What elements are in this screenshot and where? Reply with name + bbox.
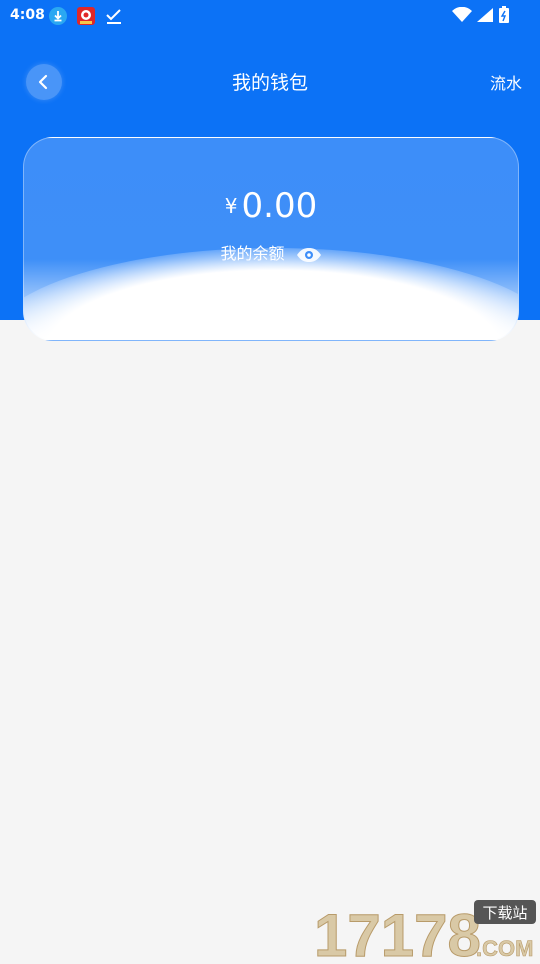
check-icon: [106, 9, 121, 24]
eye-icon[interactable]: [296, 247, 322, 263]
download-icon: [49, 7, 67, 25]
battery-icon: [499, 6, 509, 23]
balance-label: 我的余额: [220, 244, 285, 263]
signal-icon: [477, 8, 493, 22]
transactions-link[interactable]: 流水: [490, 70, 522, 94]
svg-text:下载站: 下载站: [482, 904, 527, 922]
amount-value: 0.00: [241, 186, 318, 226]
watermark-logo: 17178 下载站 .COM: [314, 898, 540, 964]
balance-amount: ¥0.00: [24, 186, 518, 226]
svg-text:.COM: .COM: [476, 936, 533, 960]
status-bar: 4:08: [0, 0, 540, 32]
wifi-icon: [452, 7, 472, 22]
svg-text:17178: 17178: [314, 902, 481, 960]
balance-card: ¥0.00 我的余额: [23, 137, 519, 341]
app-notification-icon: [77, 7, 95, 25]
nav-bar: 我的钱包 流水: [0, 52, 540, 110]
status-time: 4:08: [10, 7, 45, 23]
balance-label-row: 我的余额: [24, 240, 518, 264]
page-title: 我的钱包: [231, 72, 308, 94]
currency-symbol: ¥: [224, 194, 238, 218]
